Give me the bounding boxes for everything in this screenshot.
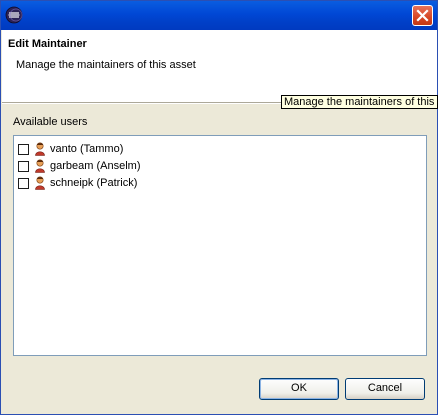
dialog-title: Edit Maintainer [8,38,87,50]
dialog-window: Edit Maintainer Manage the maintainers o… [0,0,438,415]
user-icon [35,142,45,156]
dialog-description: Manage the maintainers of this asset [16,59,196,71]
user-icon [35,159,45,173]
user-label: vanto (Tammo) [50,143,124,155]
list-item[interactable]: vanto (Tammo) [18,141,123,157]
close-button[interactable] [412,5,433,26]
close-icon [416,9,429,22]
user-icon [35,176,45,190]
user-label: schneipk (Patrick) [50,177,138,189]
dialog-header: Edit Maintainer Manage the maintainers o… [2,30,437,102]
user-checkbox[interactable] [18,143,29,155]
user-label: garbeam (Anselm) [50,160,141,172]
available-users-label: Available users [13,116,88,128]
list-item[interactable]: garbeam (Anselm) [18,158,140,174]
ok-button[interactable]: OK [259,378,339,400]
cancel-button[interactable]: Cancel [345,378,425,400]
user-checkbox[interactable] [18,160,29,172]
available-users-list[interactable]: vanto (Tammo) garbeam (Anselm) schneipk … [13,135,427,356]
title-bar[interactable] [1,1,437,30]
list-item[interactable]: schneipk (Patrick) [18,175,137,191]
user-checkbox[interactable] [18,177,29,189]
tooltip: Manage the maintainers of this asset [281,95,438,109]
eclipse-icon [5,6,23,24]
